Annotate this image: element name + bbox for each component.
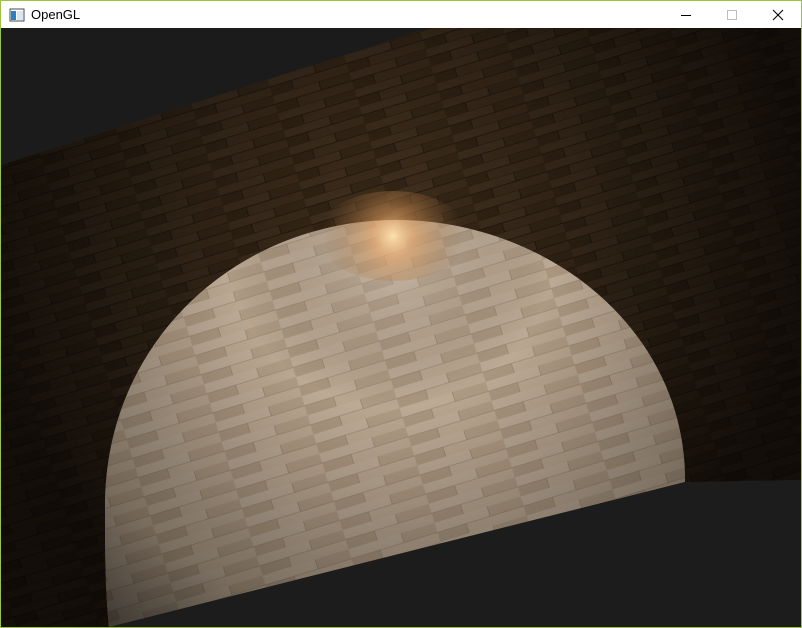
maximize-button[interactable] bbox=[709, 1, 755, 28]
window-controls bbox=[663, 1, 801, 28]
opengl-window: OpenGL bbox=[0, 0, 802, 628]
rendered-scene bbox=[1, 28, 801, 627]
close-button[interactable] bbox=[755, 1, 801, 28]
close-icon bbox=[772, 9, 784, 20]
render-viewport[interactable] bbox=[1, 28, 801, 627]
minimize-button[interactable] bbox=[663, 1, 709, 28]
app-window-icon bbox=[9, 8, 25, 21]
point-light-highlight bbox=[318, 191, 468, 281]
maximize-icon bbox=[727, 9, 737, 20]
title-bar[interactable]: OpenGL bbox=[1, 1, 801, 28]
window-title: OpenGL bbox=[31, 7, 81, 22]
minimize-icon bbox=[681, 14, 691, 16]
